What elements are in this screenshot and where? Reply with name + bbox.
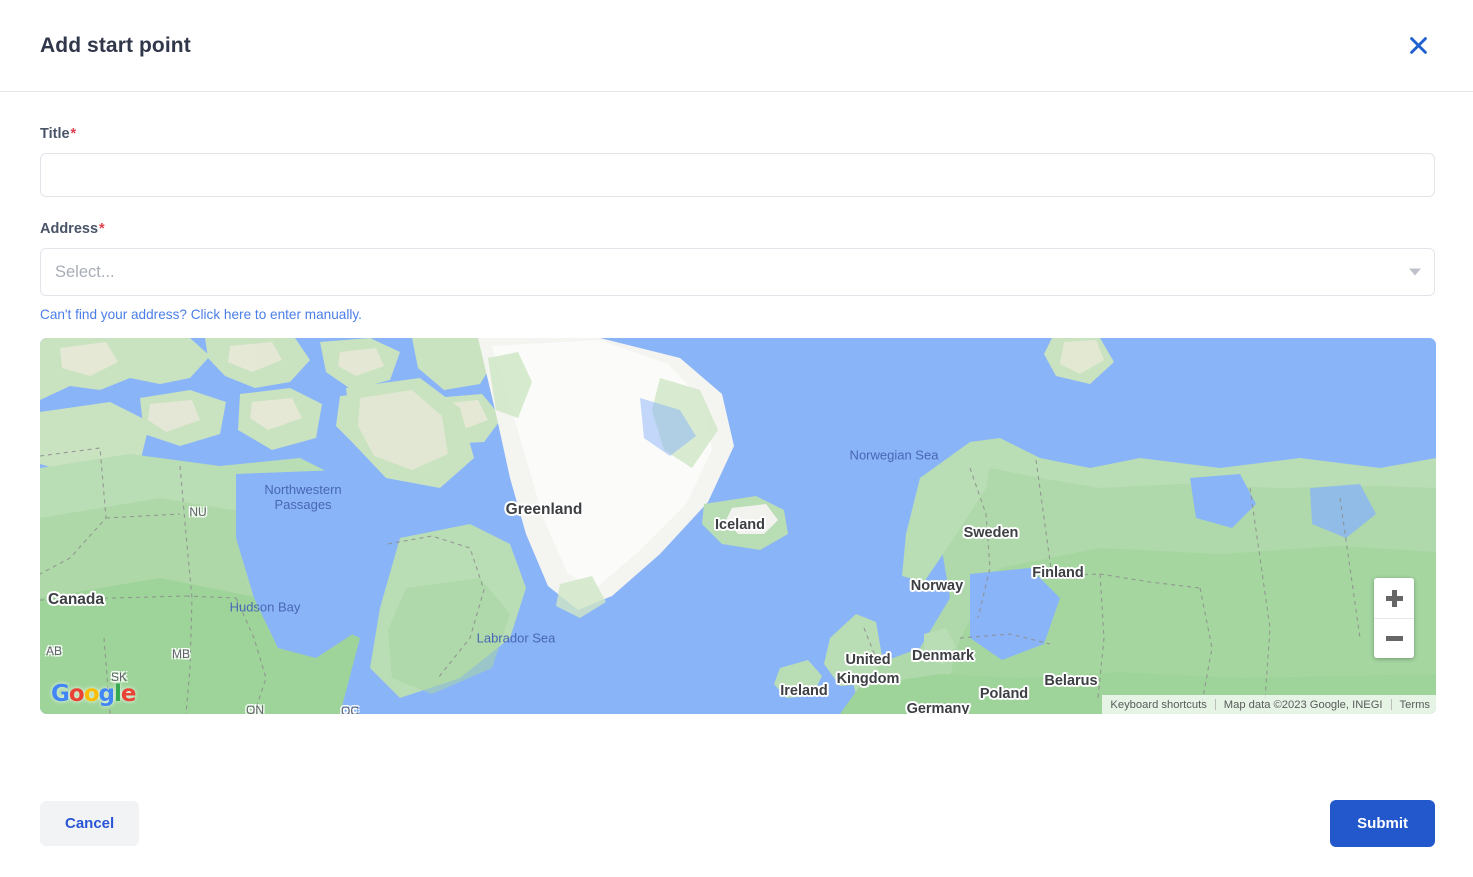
- add-start-point-dialog: Add start point Title* Address* Select..…: [0, 0, 1473, 877]
- page-title: Add start point: [40, 33, 191, 57]
- zoom-out-button[interactable]: [1374, 618, 1414, 658]
- logo-letter-g1: G: [51, 681, 70, 707]
- address-field-group: Address* Select... Can't find your addre…: [40, 221, 1435, 324]
- title-label-text: Title: [40, 126, 70, 142]
- plus-icon: [1385, 589, 1403, 607]
- dialog-header: Add start point: [0, 0, 1473, 92]
- logo-letter-e: e: [120, 681, 137, 707]
- address-select-wrapper: Select...: [40, 248, 1435, 296]
- manual-address-link[interactable]: Can't find your address? Click here to e…: [40, 307, 362, 322]
- minus-icon: [1385, 630, 1403, 647]
- google-logo[interactable]: Google: [51, 681, 137, 707]
- title-input[interactable]: [40, 153, 1435, 197]
- address-label-text: Address: [40, 221, 99, 237]
- attrib-separator-2: [1390, 699, 1392, 710]
- map-data-text: Map data ©2023 Google, INEGI: [1223, 698, 1383, 711]
- title-required-marker: *: [70, 126, 77, 142]
- cancel-button[interactable]: Cancel: [40, 801, 140, 846]
- address-required-marker: *: [99, 221, 105, 237]
- terms-link[interactable]: Terms: [1400, 699, 1430, 711]
- address-select-placeholder: Select...: [55, 262, 115, 281]
- field-spacer: [40, 197, 1435, 221]
- address-select[interactable]: Select...: [40, 248, 1435, 296]
- title-field-group: Title*: [40, 126, 1435, 197]
- map-zoom-controls: [1374, 578, 1414, 658]
- title-label: Title*: [40, 126, 1435, 142]
- logo-letter-l: l: [113, 681, 122, 707]
- map-attribution-bar: Keyboard shortcuts Map data ©2023 Google…: [1102, 695, 1436, 714]
- attrib-separator-1: [1214, 699, 1216, 710]
- submit-button[interactable]: Submit: [1330, 800, 1435, 847]
- address-label: Address*: [40, 221, 1435, 237]
- zoom-in-button[interactable]: [1374, 578, 1414, 618]
- dialog-footer: Cancel Submit: [0, 772, 1473, 877]
- map-geometry: [40, 338, 1436, 714]
- keyboard-shortcuts-link[interactable]: Keyboard shortcuts: [1110, 699, 1206, 711]
- logo-letter-o1: o: [68, 681, 85, 707]
- close-icon[interactable]: [1401, 29, 1435, 63]
- logo-letter-g2: g: [98, 681, 116, 707]
- close-glyph: [1409, 37, 1427, 54]
- logo-letter-o2: o: [83, 681, 100, 707]
- map-canvas[interactable]: Greenland Iceland Canada Sweden Norway F…: [40, 338, 1436, 714]
- dialog-body: Title* Address* Select... Can't find you…: [0, 92, 1473, 772]
